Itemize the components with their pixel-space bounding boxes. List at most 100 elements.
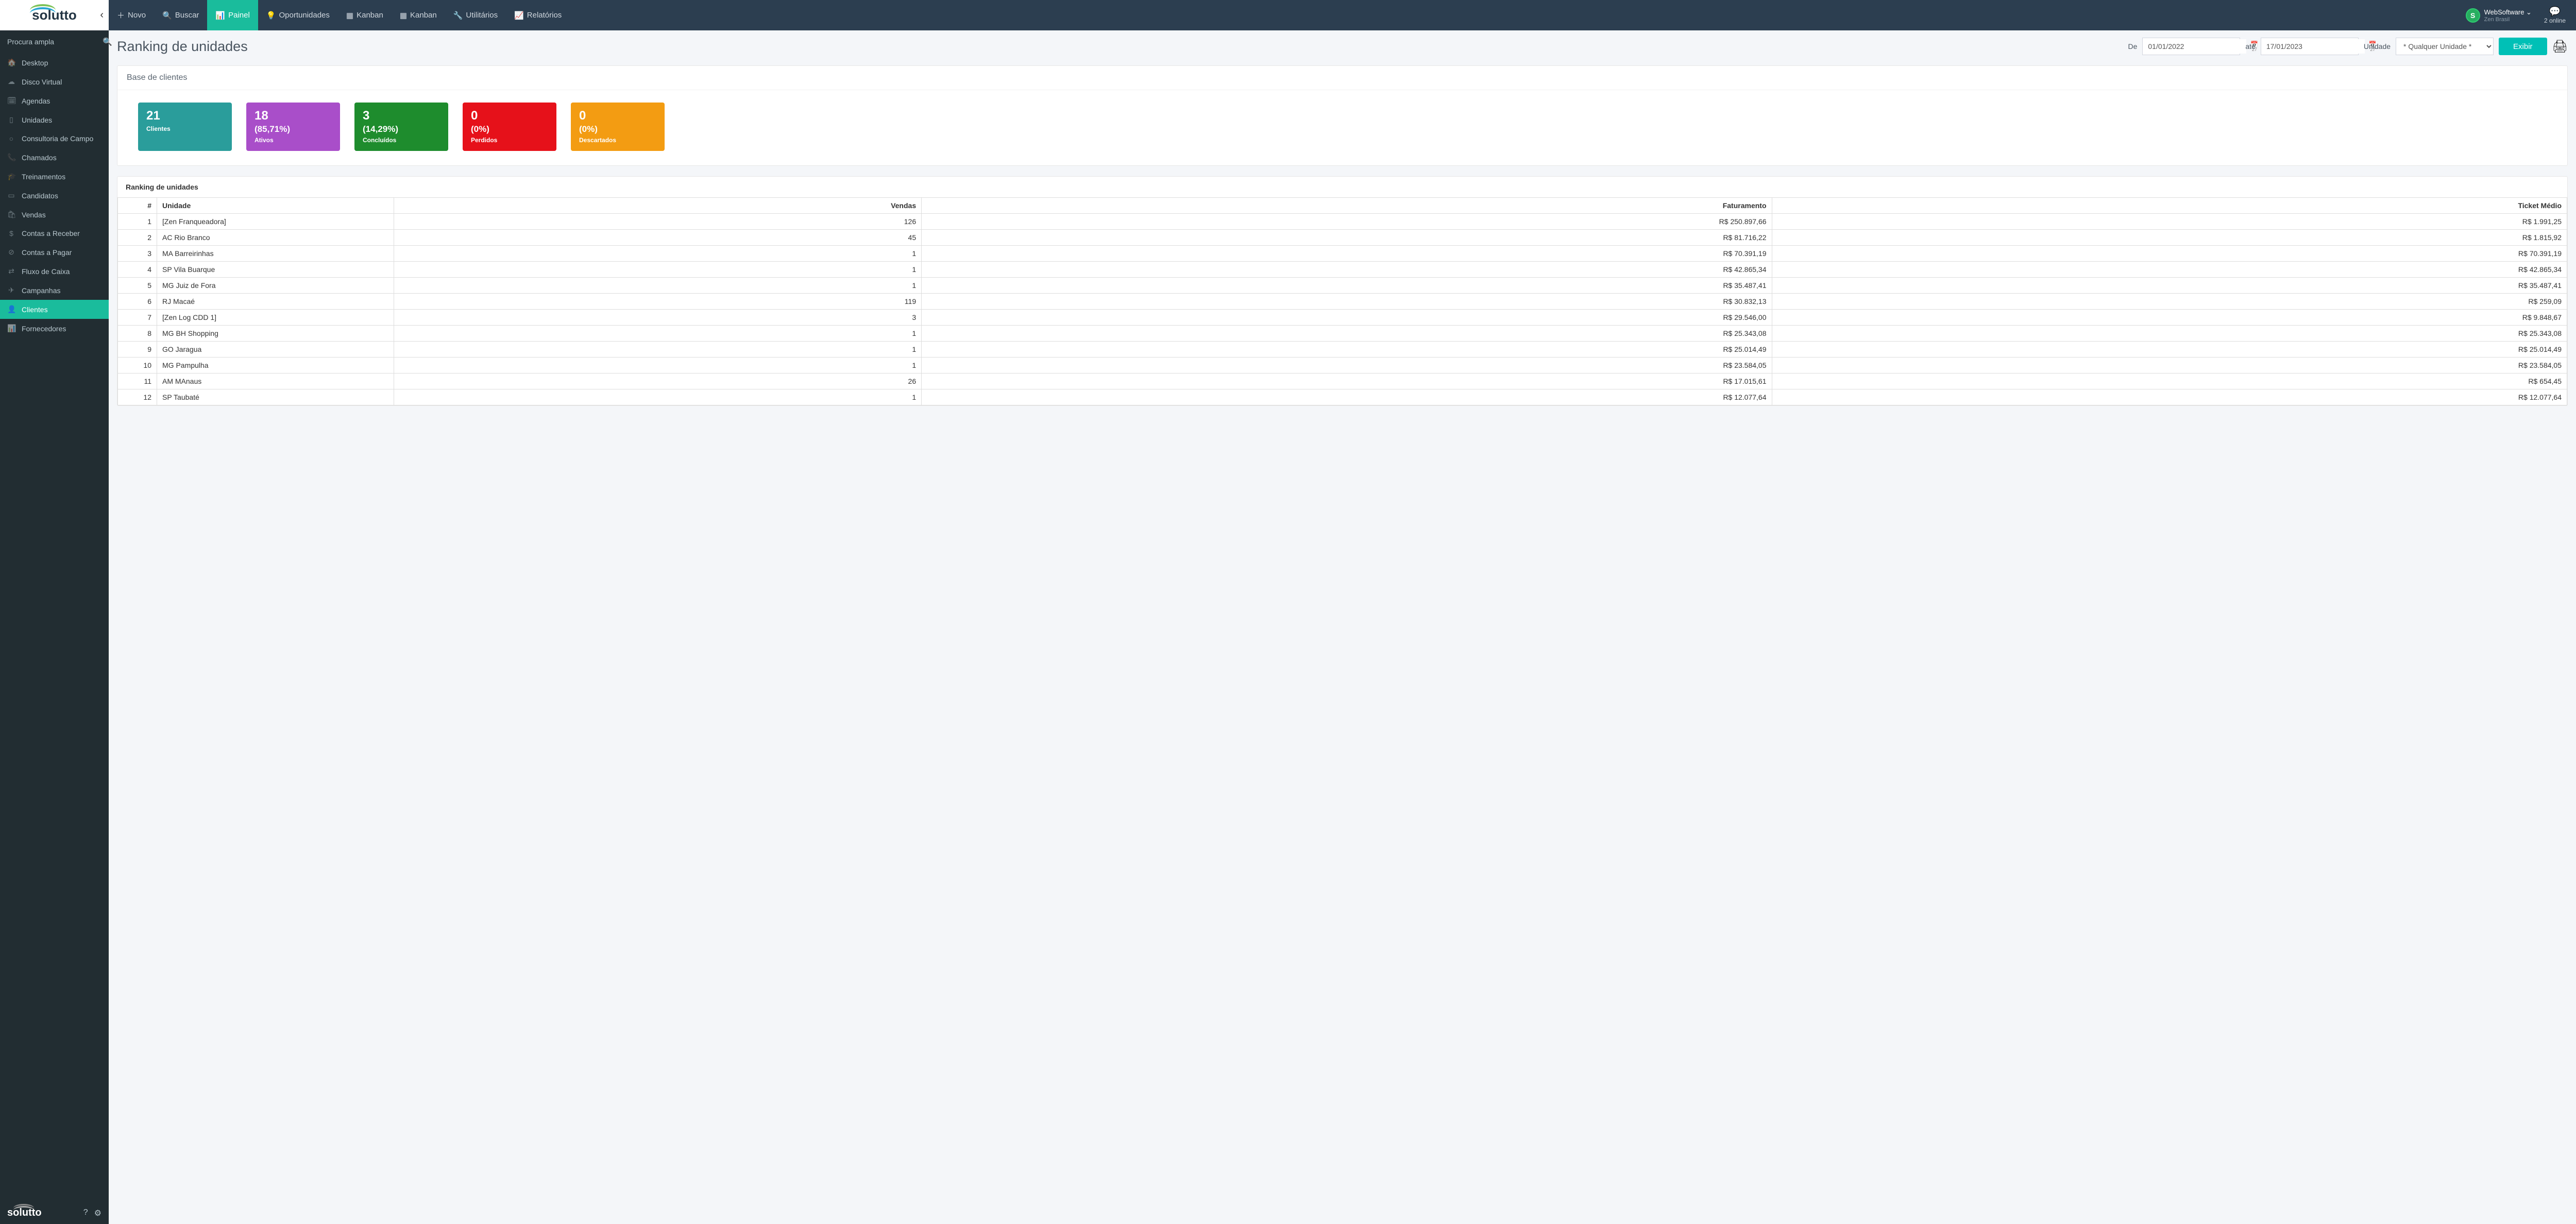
cell-index: 1 [118,214,157,230]
th-faturamento[interactable]: Faturamento [922,198,1772,214]
sidebar-item-vendas[interactable]: 🛍Vendas [0,205,109,224]
stat-card-concluídos[interactable]: 3(14,29%)Concluídos [354,103,448,151]
cell-vendas: 1 [394,342,922,358]
stat-card-clientes[interactable]: 21Clientes [138,103,232,151]
topbar-item-oportunidades[interactable]: 💡Oportunidades [258,0,338,30]
cell-ticket: R$ 9.848,67 [1772,310,2567,326]
sidebar-item-label: Chamados [22,154,57,162]
th-vendas[interactable]: Vendas [394,198,922,214]
topbar-item-label: Buscar [175,11,199,20]
table-row[interactable]: 10MG Pampulha1R$ 23.584,05R$ 23.584,05 [118,358,2567,373]
sidebar-item-unidades[interactable]: ▯Unidades [0,110,109,129]
label-unidade: Unidade [2364,42,2391,50]
table-row[interactable]: 8MG BH Shopping1R$ 25.343,08R$ 25.343,08 [118,326,2567,342]
card-caption: Descartados [579,137,656,144]
table-row[interactable]: 6RJ Macaé119R$ 30.832,13R$ 259,09 [118,294,2567,310]
cell-faturamento: R$ 25.014,49 [922,342,1772,358]
stat-card-perdidos[interactable]: 0(0%)Perdidos [463,103,556,151]
sidebar-item-desktop[interactable]: 🏠Desktop [0,53,109,72]
sidebar-item-label: Campanhas [22,286,61,295]
nav-icon: ⊘ [7,248,15,257]
sidebar-item-label: Contas a Pagar [22,248,72,257]
sidebar-item-campanhas[interactable]: ✈ Campanhas [0,281,109,300]
online-indicator[interactable]: 💬 2 online [2539,6,2571,24]
card-number: 18 [255,109,332,123]
topbar-item-novo[interactable]: ＋Novo [109,0,154,30]
topbar-item-kanban[interactable]: ▦Kanban [392,0,445,30]
cell-unidade: SP Vila Buarque [157,262,394,278]
table-row[interactable]: 7[Zen Log CDD 1]3R$ 29.546,00R$ 9.848,67 [118,310,2567,326]
stat-card-descartados[interactable]: 0(0%)Descartados [571,103,665,151]
cell-index: 7 [118,310,157,326]
table-row[interactable]: 4SP Vila Buarque1R$ 42.865,34R$ 42.865,3… [118,262,2567,278]
table-row[interactable]: 3MA Barreirinhas1R$ 70.391,19R$ 70.391,1… [118,246,2567,262]
ranking-table: # Unidade Vendas Faturamento Ticket Médi… [117,197,2567,405]
topbar-item-buscar[interactable]: 🔍Buscar [154,0,207,30]
sidebar-search-input[interactable] [5,35,103,49]
cell-vendas: 26 [394,373,922,389]
sidebar-item-label: Vendas [22,211,46,219]
table-row[interactable]: 2AC Rio Branco45R$ 81.716,22R$ 1.815,92 [118,230,2567,246]
sidebar-item-contas-a-pagar[interactable]: ⊘ Contas a Pagar [0,243,109,262]
table-row[interactable]: 9GO Jaragua1R$ 25.014,49R$ 25.014,49 [118,342,2567,358]
topbar-icon: ▦ [400,11,407,20]
stat-card-ativos[interactable]: 18(85,71%)Ativos [246,103,340,151]
cell-faturamento: R$ 12.077,64 [922,389,1772,405]
print-icon[interactable]: 🖨 [2552,39,2568,54]
user-name: WebSoftware ⌄ [2484,8,2532,16]
cell-unidade: RJ Macaé [157,294,394,310]
card-caption: Clientes [146,125,224,132]
nav-icon: ⇄ [7,267,15,276]
cell-ticket: R$ 25.014,49 [1772,342,2567,358]
sidebar-item-disco-virtual[interactable]: ☁Disco Virtual [0,72,109,91]
topbar-item-painel[interactable]: 📊Painel [207,0,258,30]
topbar-icon: ＋ [117,10,125,21]
topbar-item-kanban[interactable]: ▦Kanban [338,0,392,30]
unidade-select[interactable]: * Qualquer Unidade * [2396,38,2494,55]
sidebar-item-fluxo-de-caixa[interactable]: ⇄Fluxo de Caixa [0,262,109,281]
cell-unidade: MG Pampulha [157,358,394,373]
sidebar-item-chamados[interactable]: 📞 Chamados [0,148,109,167]
cell-vendas: 126 [394,214,922,230]
sidebar-item-contas-a-receber[interactable]: $Contas a Receber [0,224,109,243]
th-index[interactable]: # [118,198,157,214]
cell-ticket: R$ 25.343,08 [1772,326,2567,342]
sidebar-item-candidatos[interactable]: ▭Candidatos [0,186,109,205]
exibir-button[interactable]: Exibir [2499,38,2547,55]
topbar-item-relatórios[interactable]: 📈Relatórios [506,0,570,30]
nav-icon: ✈ [7,286,15,295]
chat-icon: 💬 [2549,6,2561,17]
topbar-item-utilitários[interactable]: 🔧Utilitários [445,0,506,30]
sidebar-item-agendas[interactable]: 🗓Agendas [0,91,109,110]
chevron-down-icon: ⌄ [2526,8,2532,16]
search-icon[interactable]: 🔍 [103,37,112,46]
cell-ticket: R$ 35.487,41 [1772,278,2567,294]
panel-ranking-title: Ranking de unidades [117,177,2567,197]
topbar-item-label: Oportunidades [279,11,330,20]
cell-index: 8 [118,326,157,342]
sidebar-item-clientes[interactable]: 👤Clientes [0,300,109,319]
cell-faturamento: R$ 42.865,34 [922,262,1772,278]
sidebar-item-treinamentos[interactable]: 🎓Treinamentos [0,167,109,186]
table-row[interactable]: 11AM MAnaus26R$ 17.015,61R$ 654,45 [118,373,2567,389]
label-ate: até [2245,42,2255,50]
sidebar-collapse-icon[interactable]: ‹ [100,9,104,21]
help-icon[interactable]: ? [83,1208,88,1218]
gear-icon[interactable]: ⚙ [94,1208,101,1218]
table-row[interactable]: 5MG Juiz de Fora1R$ 35.487,41R$ 35.487,4… [118,278,2567,294]
sidebar-item-label: Clientes [22,305,48,314]
cell-faturamento: R$ 29.546,00 [922,310,1772,326]
th-unidade[interactable]: Unidade [157,198,394,214]
cell-vendas: 1 [394,278,922,294]
nav-icon: 📞 [7,153,15,162]
sidebar-item-fornecedores[interactable]: 📊Fornecedores [0,319,109,338]
table-row[interactable]: 1[Zen Franqueadora]126R$ 250.897,66R$ 1.… [118,214,2567,230]
nav-icon: 📊 [7,324,15,333]
topbar-item-label: Kanban [410,11,437,20]
th-ticket[interactable]: Ticket Médio [1772,198,2567,214]
date-to-input[interactable] [2261,39,2365,54]
table-row[interactable]: 12SP Taubaté1R$ 12.077,64R$ 12.077,64 [118,389,2567,405]
date-from-input[interactable] [2143,39,2246,54]
user-menu[interactable]: S WebSoftware ⌄ Zen Brasil [2459,8,2539,23]
sidebar-item-consultoria-de-campo[interactable]: ○Consultoria de Campo [0,129,109,148]
